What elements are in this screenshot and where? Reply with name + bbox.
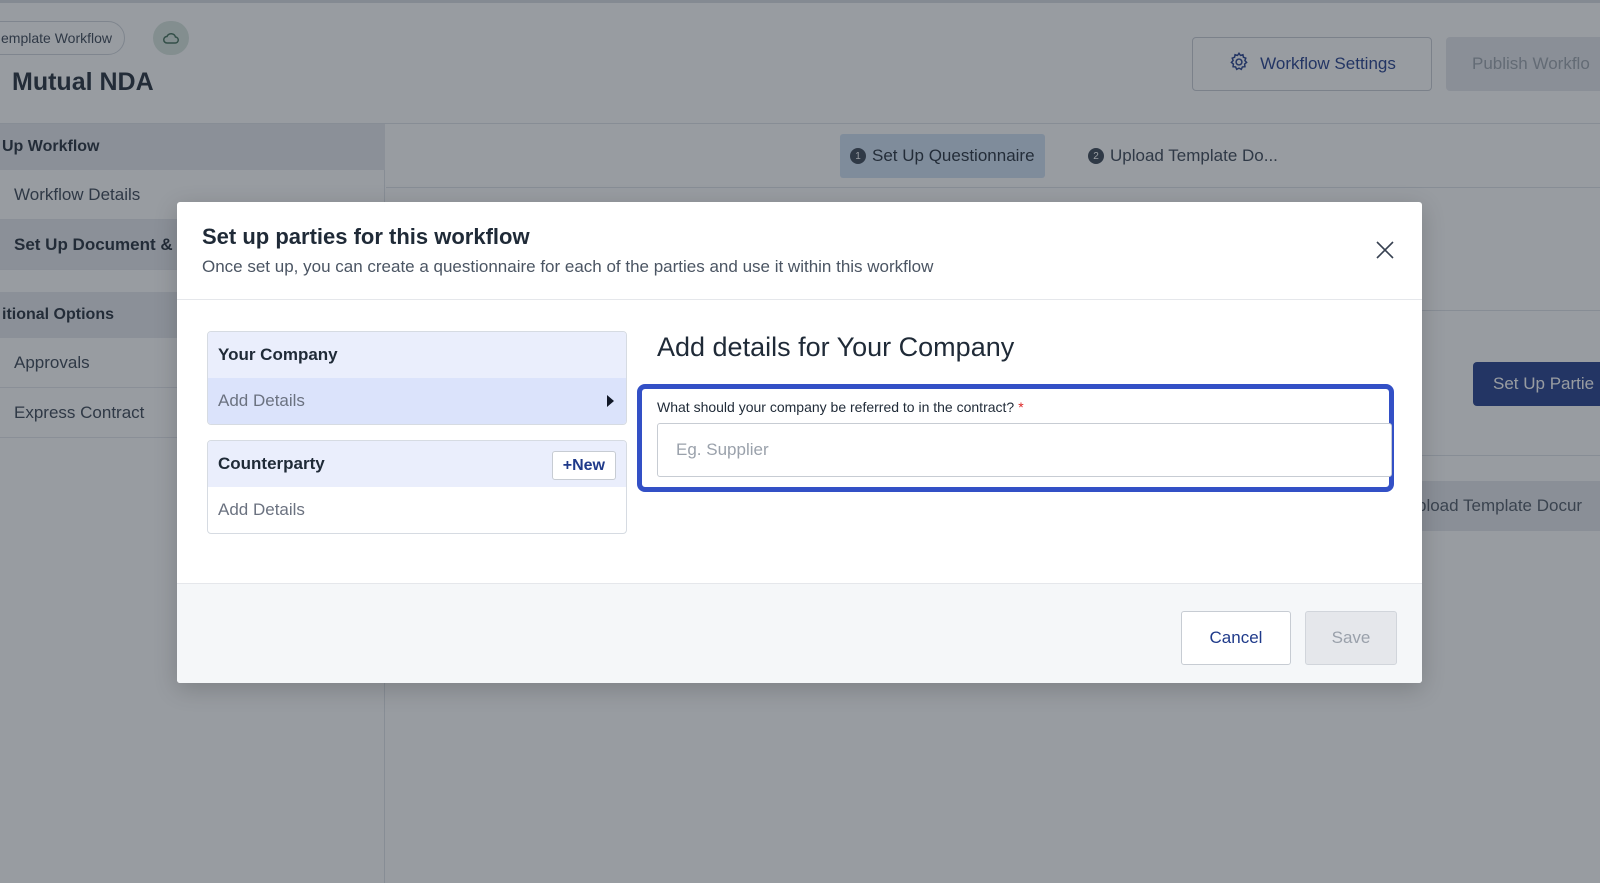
company-reference-field: What should your company be referred to … xyxy=(637,384,1394,492)
details-heading: Add details for Your Company xyxy=(657,332,1015,362)
close-icon[interactable] xyxy=(1373,238,1397,262)
required-marker: * xyxy=(1018,399,1024,415)
save-button[interactable]: Save xyxy=(1305,611,1397,665)
field-label-text: What should your company be referred to … xyxy=(657,399,1015,415)
modal-header: Set up parties for this workflow Once se… xyxy=(177,202,1422,300)
party-name: Your Company xyxy=(208,332,626,378)
company-reference-input[interactable] xyxy=(657,423,1392,477)
cancel-button[interactable]: Cancel xyxy=(1181,611,1291,665)
party-card-your-company: Your Company Add Details xyxy=(207,331,627,425)
add-details-label: Add Details xyxy=(218,391,305,410)
caret-right-icon xyxy=(607,395,614,407)
add-details-label: Add Details xyxy=(218,500,305,519)
field-label: What should your company be referred to … xyxy=(657,399,1024,415)
add-details-your-company[interactable]: Add Details xyxy=(208,378,626,424)
modal-footer: Cancel Save xyxy=(177,583,1422,683)
party-card-counterparty: Counterparty +New Add Details xyxy=(207,440,627,534)
party-name: Counterparty xyxy=(218,454,325,473)
modal-subtitle: Once set up, you can create a questionna… xyxy=(202,257,934,276)
setup-parties-modal: Set up parties for this workflow Once se… xyxy=(177,202,1422,683)
add-details-counterparty[interactable]: Add Details xyxy=(208,487,626,533)
party-name-row: Counterparty +New xyxy=(208,441,626,487)
new-party-button[interactable]: +New xyxy=(551,451,616,480)
modal-title: Set up parties for this workflow xyxy=(202,224,530,249)
